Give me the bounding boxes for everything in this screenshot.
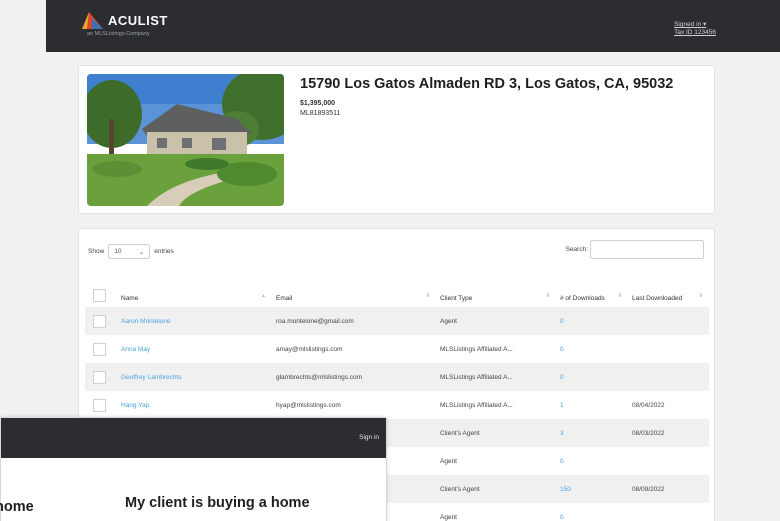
- column-header-client-type[interactable]: Client Type ⬍: [436, 273, 556, 307]
- table-search: Search:: [566, 240, 704, 259]
- last-downloaded: [628, 447, 709, 475]
- column-header-downloads[interactable]: # of Downloads ⬍: [556, 273, 628, 307]
- client-type: Client's Agent: [440, 485, 480, 493]
- listing-card: 15790 Los Gatos Almaden RD 3, Los Gatos,…: [78, 65, 715, 214]
- overlay-window: Sign in home My client is buying a home: [0, 417, 387, 521]
- column-header-last-downloaded[interactable]: Last Downloaded ⬍: [628, 273, 709, 307]
- row-select-cell: [85, 391, 117, 419]
- signed-in-dropdown[interactable]: Signed in ▾: [674, 20, 716, 28]
- property-photo: [87, 74, 284, 206]
- page-length-control: Show 10 ⌄ entries: [88, 244, 174, 259]
- row-checkbox[interactable]: [93, 314, 106, 328]
- row-select-cell: [85, 363, 117, 391]
- listing-mls-number: ML81893511: [300, 110, 341, 117]
- search-label: Search:: [565, 246, 588, 253]
- last-downloaded: 08/09/2022: [632, 485, 665, 493]
- client-type: MLSListings Affiliated A...: [440, 373, 513, 381]
- seller-option-heading[interactable]: home: [0, 499, 34, 515]
- sort-icon: ⬍: [617, 293, 622, 299]
- download-count-link[interactable]: 1: [556, 391, 628, 419]
- last-downloaded: [628, 307, 709, 335]
- entries-select[interactable]: 10 ⌄: [108, 244, 151, 259]
- sort-icon: ⬍: [425, 293, 430, 299]
- brand-name: ACULIST: [108, 12, 168, 28]
- sort-icon: ⬍: [698, 293, 703, 299]
- client-type: Client's Agent: [440, 429, 480, 437]
- client-email: amay@mlslistings.com: [276, 345, 343, 353]
- table-row: Anna May amay@mlslistings.com MLSListing…: [85, 335, 709, 363]
- sort-icon: ▲: [261, 293, 266, 299]
- overlay-top-bar: Sign in: [1, 418, 386, 458]
- download-count-link[interactable]: 0: [556, 447, 628, 475]
- listing-address: 15790 Los Gatos Almaden RD 3, Los Gatos,…: [300, 76, 674, 92]
- client-name-link[interactable]: Hang Yap: [117, 391, 272, 419]
- client-name-link[interactable]: Geoffrey Lambrechts: [117, 363, 272, 391]
- last-downloaded: [628, 335, 709, 363]
- sign-in-link[interactable]: Sign in: [359, 434, 379, 441]
- row-checkbox[interactable]: [93, 398, 106, 412]
- chevron-down-icon: ⌄: [138, 248, 145, 256]
- user-menu[interactable]: Signed in ▾ Tax ID 123456: [674, 20, 716, 36]
- download-count-link[interactable]: 0: [556, 363, 628, 391]
- table-row: Aaron Montelone roa.montelone@gmail.com …: [85, 307, 709, 335]
- client-type: MLSListings Affiliated A...: [440, 401, 513, 409]
- select-all-header: [85, 273, 117, 307]
- row-select-cell: [85, 335, 117, 363]
- row-select-cell: [85, 307, 117, 335]
- top-navigation-bar: ACULIST an MLSListings Company Signed in…: [46, 0, 780, 52]
- column-header-name[interactable]: Name ▲: [117, 273, 272, 307]
- aculist-logo-icon: [82, 12, 103, 29]
- client-type: Agent: [440, 513, 457, 521]
- client-type: MLSListings Affiliated A...: [440, 345, 513, 353]
- download-count-link[interactable]: 0: [556, 503, 628, 521]
- download-count-link[interactable]: 0: [556, 307, 628, 335]
- client-email: hyap@mlslistings.com: [276, 401, 341, 409]
- table-row: Hang Yap hyap@mlslistings.com MLSListing…: [85, 391, 709, 419]
- select-all-checkbox[interactable]: [93, 289, 106, 302]
- entries-select-value: 10: [114, 248, 122, 255]
- tax-id-label: Tax ID 123456: [674, 29, 716, 36]
- row-checkbox[interactable]: [93, 342, 106, 356]
- download-count-link[interactable]: 3: [556, 419, 628, 447]
- last-downloaded: 08/04/2022: [632, 401, 665, 409]
- brand-subtitle: an MLSListings Company: [87, 31, 150, 37]
- show-label: Show: [88, 248, 105, 255]
- listing-price: $1,395,000: [300, 100, 336, 107]
- client-name-link[interactable]: Aaron Montelone: [117, 307, 272, 335]
- download-count-link[interactable]: 150: [556, 475, 628, 503]
- table-row: Geoffrey Lambrechts glambrechts@mlslisti…: [85, 363, 709, 391]
- last-downloaded: 08/03/2022: [632, 429, 665, 437]
- property-photo-illustration: [87, 74, 284, 206]
- table-header-row: Name ▲ Email ⬍ Client Type ⬍ # of Downloads…: [85, 273, 709, 307]
- row-checkbox[interactable]: [93, 370, 106, 384]
- download-count-link[interactable]: 0: [556, 335, 628, 363]
- search-input[interactable]: [590, 240, 704, 259]
- column-header-email[interactable]: Email ⬍: [272, 273, 436, 307]
- last-downloaded: [628, 503, 709, 521]
- client-email: roa.montelone@gmail.com: [276, 317, 354, 325]
- brand-logo[interactable]: ACULIST an MLSListings Company: [79, 10, 168, 37]
- client-name-link[interactable]: Anna May: [117, 335, 272, 363]
- client-type: Agent: [440, 457, 457, 465]
- last-downloaded: [628, 363, 709, 391]
- client-type: Agent: [440, 317, 457, 325]
- client-email: glambrechts@mlslistings.com: [276, 373, 363, 381]
- entries-label: entries: [154, 248, 174, 255]
- buyer-option-heading[interactable]: My client is buying a home: [125, 495, 310, 511]
- sort-icon: ⬍: [545, 293, 550, 299]
